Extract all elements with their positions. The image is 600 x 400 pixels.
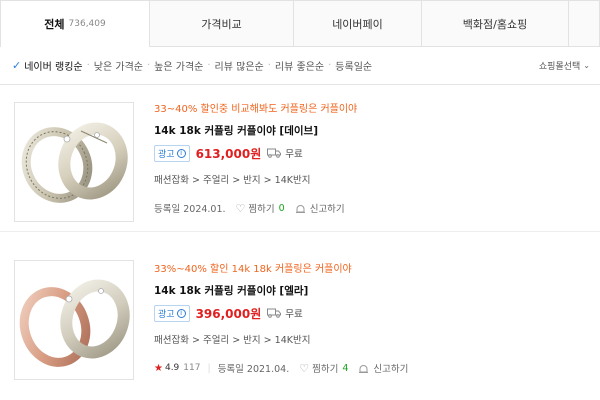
siren-icon[interactable]	[295, 203, 306, 214]
truck-icon	[267, 308, 282, 318]
tab-all[interactable]: 전체 736,409	[0, 0, 150, 47]
meta-row: 등록일 2024.01. ♡ 찜하기 0 신고하기	[154, 200, 584, 216]
siren-icon[interactable]	[358, 363, 369, 374]
product-thumbnail[interactable]	[14, 260, 134, 380]
ad-label: 광고	[158, 309, 175, 320]
tab-naver-pay[interactable]: 네이버페이	[294, 0, 422, 47]
zzim-count: 4	[342, 362, 349, 374]
couple-rings-image	[19, 279, 130, 367]
tab-naver-pay-label: 네이버페이	[332, 17, 383, 31]
sort-label: 리뷰 많은순	[214, 62, 264, 73]
promo-text[interactable]: 33%~40% 할인 14k 18k 커플링은 커플이야	[154, 262, 584, 278]
sort-label: 높은 가격순	[154, 62, 204, 73]
tab-price-compare[interactable]: 가격비교	[150, 0, 294, 47]
category-tabs: 전체 736,409 가격비교 네이버페이 백화점/홈쇼핑	[0, 0, 600, 47]
product-name[interactable]: 14k 18k 커플링 커플이야 [데이브]	[154, 123, 584, 139]
registered-date: 등록일 2024.01.	[154, 204, 226, 215]
tab-more[interactable]	[569, 0, 600, 47]
report-button[interactable]: 신고하기	[310, 201, 345, 215]
price-row: 광고 i 613,000원 무료	[154, 144, 584, 162]
ad-badge[interactable]: 광고 i	[154, 144, 190, 162]
dot-separator: ·	[267, 60, 271, 71]
product-price: 396,000원	[195, 306, 262, 321]
zzim-count: 0	[278, 202, 285, 214]
product-item: 33~40% 할인중 비교해봐도 커플링은 커플이야 14k 18k 커플링 커…	[0, 86, 600, 232]
sort-label: 리뷰 좋은순	[274, 62, 325, 73]
couple-rings-image	[21, 122, 128, 203]
product-item: 33%~40% 할인 14k 18k 커플링은 커플이야 14k 18k 커플링…	[0, 246, 600, 392]
price-row: 광고 i 396,000원 무료	[154, 304, 584, 322]
tab-price-compare-label: 가격비교	[201, 17, 242, 31]
shipping-text: 무료	[285, 309, 303, 320]
meta-row: ★ 4.9 117 | 등록일 2021.04. ♡ 찜하기 4 신고하기	[154, 360, 584, 376]
dot-separator: ·	[86, 60, 90, 71]
promo-text[interactable]: 33~40% 할인중 비교해봐도 커플링은 커플이야	[154, 102, 584, 118]
zzim-button[interactable]: 찜하기	[248, 201, 274, 215]
sort-bar: ✓ 네이버 랭킹순 · 낮은 가격순 · 높은 가격순 · 리뷰 많은순 · 리…	[0, 47, 600, 85]
product-info: 33%~40% 할인 14k 18k 커플링은 커플이야 14k 18k 커플링…	[154, 262, 584, 376]
sort-label: 낮은 가격순	[93, 62, 143, 73]
tab-all-label: 전체	[44, 18, 65, 31]
sort-registered-date[interactable]: · 등록일순	[324, 58, 372, 73]
sort-low-price[interactable]: · 낮은 가격순	[83, 58, 143, 73]
shop-select-label: 쇼핑몰선택	[538, 62, 581, 72]
sort-review-score[interactable]: · 리뷰 좋은순	[264, 58, 324, 73]
product-price: 613,000원	[195, 146, 262, 161]
dot-separator: ·	[328, 60, 332, 71]
tab-all-count: 736,409	[68, 19, 106, 29]
registered-date: 등록일 2021.04.	[217, 364, 290, 375]
tab-department-homeshopping[interactable]: 백화점/홈쇼핑	[422, 0, 569, 47]
sort-high-price[interactable]: · 높은 가격순	[143, 58, 203, 73]
rating-score[interactable]: 4.9	[165, 363, 179, 373]
product-info: 33~40% 할인중 비교해봐도 커플링은 커플이야 14k 18k 커플링 커…	[154, 102, 584, 216]
ad-label: 광고	[158, 149, 175, 160]
dot-separator: ·	[207, 60, 211, 71]
sort-label: 등록일순	[335, 62, 373, 73]
category-path[interactable]: 패션잡화 > 주얼리 > 반지 > 14K반지	[154, 334, 584, 348]
dot-separator: ·	[146, 60, 151, 71]
divider: |	[207, 362, 211, 374]
shipping-text: 무료	[285, 149, 303, 160]
info-icon: i	[176, 148, 186, 158]
report-button[interactable]: 신고하기	[373, 361, 408, 375]
chevron-down-icon: ⌄	[583, 61, 590, 70]
product-name[interactable]: 14k 18k 커플링 커플이야 [엘라]	[154, 283, 584, 299]
tab-department-label: 백화점/홈쇼핑	[462, 17, 528, 31]
ad-badge[interactable]: 광고 i	[154, 304, 190, 322]
shop-select-dropdown[interactable]: 쇼핑몰선택 ⌄	[539, 59, 590, 72]
sort-review-count[interactable]: · 리뷰 많은순	[203, 58, 263, 73]
sort-naver-ranking[interactable]: ✓ 네이버 랭킹순	[12, 58, 83, 73]
heart-icon[interactable]: ♡	[236, 202, 246, 215]
info-icon: i	[176, 308, 186, 318]
star-icon: ★	[154, 362, 163, 374]
product-thumbnail[interactable]	[14, 102, 134, 222]
truck-icon	[267, 148, 282, 158]
zzim-button[interactable]: 찜하기	[312, 361, 338, 375]
heart-icon[interactable]: ♡	[299, 362, 309, 375]
review-count[interactable]: 117	[183, 363, 200, 373]
check-icon: ✓	[12, 59, 22, 72]
category-path[interactable]: 패션잡화 > 주얼리 > 반지 > 14K반지	[154, 174, 584, 188]
sort-label: 네이버 랭킹순	[24, 62, 83, 73]
